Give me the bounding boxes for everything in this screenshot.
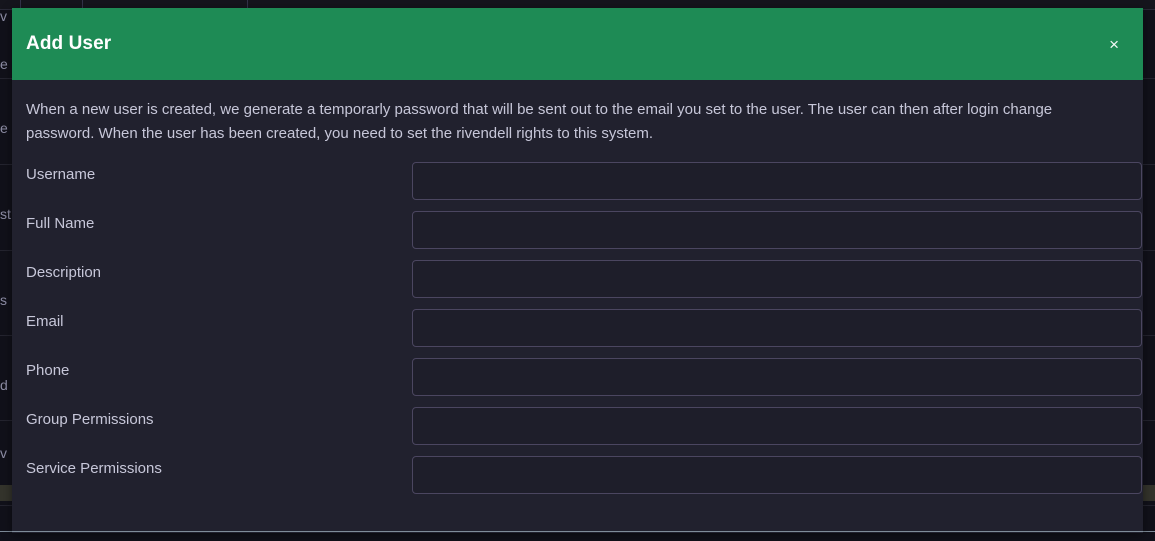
field-input[interactable] (412, 162, 1142, 200)
background-text-fragment: e (0, 120, 8, 136)
field-label: Group Permissions (26, 411, 154, 428)
add-user-form: Username Full Name Description Email Phone Gr… (26, 162, 1142, 505)
close-icon[interactable]: × (1103, 32, 1125, 57)
modal-title: Add User (26, 33, 112, 54)
form-row: Service Permissions (26, 456, 1142, 505)
form-row: Full Name (26, 211, 1142, 260)
modal-body: When a new user is created, we generate … (12, 80, 1143, 505)
field-input[interactable] (412, 260, 1142, 298)
background-text-fragment: st (0, 206, 11, 222)
field-input[interactable] (412, 211, 1142, 249)
add-user-modal: Add User × When a new user is created, w… (12, 8, 1143, 533)
field-input[interactable] (412, 358, 1142, 396)
form-row: Username (26, 162, 1142, 211)
form-row: Group Permissions (26, 407, 1142, 456)
background-text-fragment: e (0, 56, 8, 72)
form-row: Email (26, 309, 1142, 358)
field-input[interactable] (412, 309, 1142, 347)
form-row: Description (26, 260, 1142, 309)
background-text-fragment: v (0, 8, 7, 24)
modal-footer-divider (12, 531, 1143, 532)
field-label: Email (26, 313, 64, 330)
field-input[interactable] (412, 456, 1142, 494)
field-label: Service Permissions (26, 460, 162, 477)
background-text-fragment: s (0, 292, 7, 308)
background-text-fragment: d (0, 377, 8, 393)
field-label: Username (26, 166, 96, 183)
background-text-fragment: v (0, 445, 7, 461)
field-label: Description (26, 264, 102, 281)
modal-description-text: When a new user is created, we generate … (26, 101, 1053, 142)
form-row: Phone (26, 358, 1142, 407)
modal-header: Add User × (12, 8, 1143, 80)
field-label: Phone (26, 362, 70, 379)
field-input[interactable] (412, 407, 1142, 445)
field-label: Full Name (26, 215, 95, 232)
